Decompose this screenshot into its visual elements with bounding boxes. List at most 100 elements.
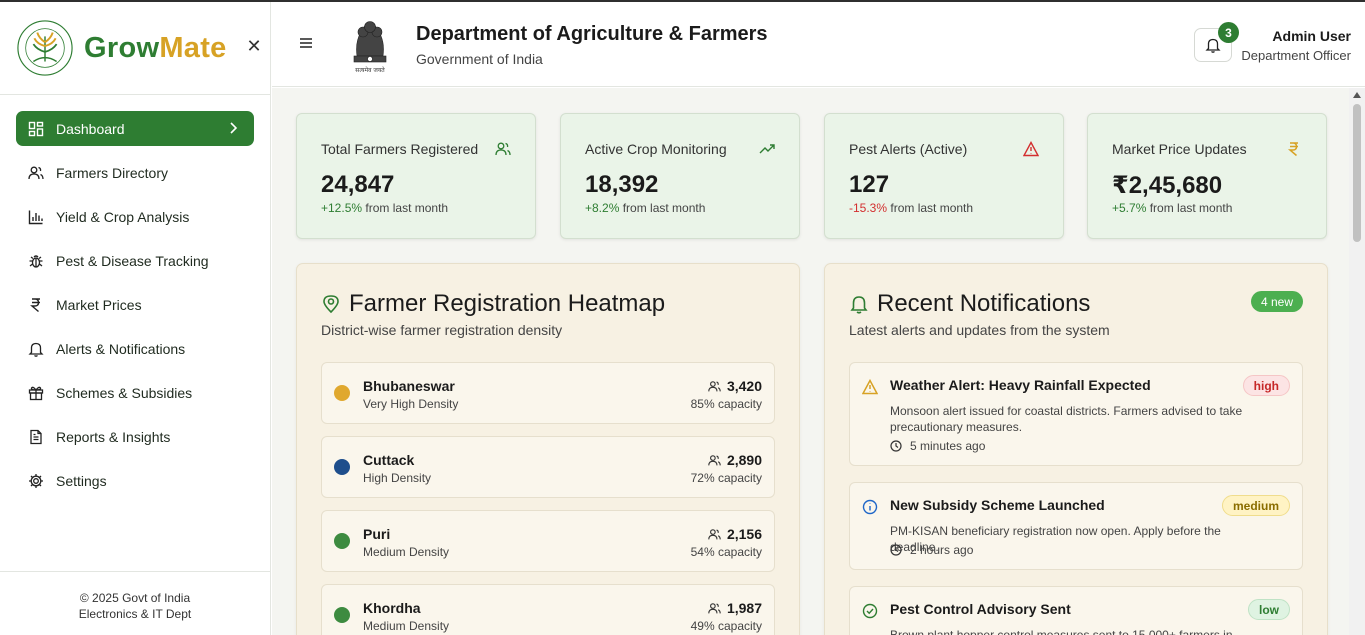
notification-time: 5 minutes ago	[890, 439, 985, 453]
bar-chart-icon	[28, 209, 44, 225]
gift-icon	[28, 385, 44, 401]
notification-count-badge: 3	[1218, 22, 1239, 43]
top-header: सत्यमेव जयते Department of Agriculture &…	[272, 2, 1365, 87]
sidebar-item-label: Schemes & Subsidies	[56, 384, 193, 401]
sidebar-item-market-prices[interactable]: Market Prices	[16, 287, 254, 322]
sidebar-item-alerts-notifications[interactable]: Alerts & Notifications	[16, 331, 254, 366]
stat-suffix: from last month	[365, 201, 449, 215]
dashboard-content: Total Farmers Registered 24,847 +12.5% f…	[272, 88, 1349, 635]
notification-item[interactable]: New Subsidy Scheme Launched medium PM-KI…	[849, 482, 1303, 570]
district-row[interactable]: Bhubaneswar Very High Density 3,420 85% …	[321, 362, 775, 424]
bug-icon	[28, 253, 44, 269]
dashboard-grid-icon	[28, 121, 44, 137]
menu-icon[interactable]	[299, 36, 313, 50]
main-scrollbar[interactable]	[1349, 88, 1365, 635]
notification-body: Monsoon alert issued for coastal distric…	[890, 404, 1243, 434]
notification-item[interactable]: Pest Control Advisory Sent low Brown pla…	[849, 586, 1303, 635]
notification-time: 2 hours ago	[890, 543, 973, 557]
density-dot	[334, 607, 350, 623]
district-name: Cuttack	[363, 452, 415, 468]
stat-suffix: from last month	[622, 201, 706, 215]
users-icon	[708, 380, 721, 391]
scroll-up-arrow-icon[interactable]	[1353, 92, 1361, 98]
scroll-thumb[interactable]	[1353, 104, 1361, 242]
district-name: Khordha	[363, 600, 421, 616]
priority-badge: low	[1248, 599, 1290, 620]
stat-card-market-price: Market Price Updates ₹2,45,680 +5.7% fro…	[1087, 113, 1327, 239]
heatmap-title: Farmer Registration Heatmap	[349, 290, 666, 317]
page-title: Department of Agriculture & Farmers	[416, 23, 768, 45]
sidebar-item-label: Dashboard	[56, 120, 125, 137]
stat-value: 24,847	[321, 171, 395, 198]
notification-time-text: 5 minutes ago	[910, 439, 986, 453]
density-dot	[334, 459, 350, 475]
trending-up-icon	[759, 144, 775, 154]
department-text: Electronics & IT Dept	[78, 607, 192, 621]
stat-trend: +8.2% from last month	[585, 201, 705, 215]
stat-value: 127	[849, 171, 890, 198]
new-count-badge: 4 new	[1250, 291, 1303, 312]
sidebar-item-schemes-subsidies[interactable]: Schemes & Subsidies	[16, 375, 254, 410]
notification-title: Weather Alert: Heavy Rainfall Expected	[890, 377, 1151, 393]
notification-item[interactable]: Weather Alert: Heavy Rainfall Expected h…	[849, 362, 1303, 466]
district-capacity: 49% capacity	[690, 619, 762, 633]
stat-suffix: from last month	[1149, 201, 1233, 215]
notifications-title: Recent Notifications	[877, 290, 1091, 317]
map-pin-icon	[323, 295, 339, 314]
sidebar-item-label: Alerts & Notifications	[56, 340, 186, 357]
district-row[interactable]: Khordha Medium Density 1,987 49% capacit…	[321, 584, 775, 635]
district-name: Bhubaneswar	[363, 378, 455, 394]
sidebar-item-reports-insights[interactable]: Reports & Insights	[16, 419, 254, 454]
national-emblem-icon: सत्यमेव जयते	[353, 21, 387, 74]
district-capacity: 54% capacity	[690, 545, 762, 559]
notification-title: Pest Control Advisory Sent	[890, 601, 1071, 617]
rupee-icon	[28, 297, 44, 313]
district-count-value: 3,420	[726, 378, 762, 394]
stat-change: -15.3%	[849, 201, 888, 215]
priority-badge: high	[1242, 375, 1290, 396]
sidebar-footer: © 2025 Govt of India Electronics & IT De…	[0, 571, 270, 635]
users-icon	[708, 454, 721, 465]
clock-icon	[890, 544, 902, 556]
stat-change: +8.2%	[585, 201, 620, 215]
brand: GrowMate ✕	[0, 2, 270, 95]
users-icon	[708, 528, 721, 539]
notifications-subtitle: Latest alerts and updates from the syste…	[849, 322, 1110, 338]
district-density: High Density	[363, 471, 432, 485]
stat-change: +12.5%	[321, 201, 363, 215]
stat-value: ₹2,45,680	[1112, 172, 1223, 199]
bell-icon	[850, 296, 868, 314]
clock-icon	[890, 440, 902, 452]
page-subtitle: Government of India	[416, 51, 543, 67]
agriculture-logo-icon	[17, 20, 73, 76]
stat-trend: +5.7% from last month	[1112, 201, 1232, 215]
sidebar-item-label: Reports & Insights	[56, 428, 171, 445]
close-sidebar-icon[interactable]: ✕	[244, 36, 264, 56]
registration-heatmap-panel: Farmer Registration Heatmap District-wis…	[296, 263, 800, 635]
bell-icon	[28, 341, 44, 357]
sidebar-item-yield-crop-analysis[interactable]: Yield & Crop Analysis	[16, 199, 254, 234]
info-circle-icon	[862, 499, 878, 515]
district-capacity: 72% capacity	[690, 471, 762, 485]
sidebar-item-label: Farmers Directory	[56, 164, 169, 181]
sidebar-item-dashboard[interactable]: Dashboard	[16, 111, 254, 146]
stat-label: Pest Alerts (Active)	[849, 141, 968, 157]
rupee-icon	[1287, 142, 1298, 157]
district-row[interactable]: Cuttack High Density 2,890 72% capacity	[321, 436, 775, 498]
user-name[interactable]: Admin User	[1272, 28, 1351, 44]
notification-body: Brown plant hopper control measures sent…	[890, 628, 1233, 635]
stat-trend: -15.3% from last month	[849, 201, 973, 215]
stat-card-total-farmers: Total Farmers Registered 24,847 +12.5% f…	[296, 113, 536, 239]
sidebar-item-pest-disease-tracking[interactable]: Pest & Disease Tracking	[16, 243, 254, 278]
density-dot	[334, 533, 350, 549]
copyright-text: © 2025 Govt of India	[79, 591, 191, 605]
district-count: 2,890	[708, 452, 762, 468]
chevron-right-icon	[230, 122, 238, 134]
notification-title: New Subsidy Scheme Launched	[890, 497, 1105, 513]
density-dot	[334, 385, 350, 401]
bell-icon	[1205, 38, 1221, 53]
users-icon	[495, 142, 511, 156]
district-row[interactable]: Puri Medium Density 2,156 54% capacity	[321, 510, 775, 572]
sidebar-item-farmers-directory[interactable]: Farmers Directory	[16, 155, 254, 190]
sidebar-item-settings[interactable]: Settings	[16, 463, 254, 498]
